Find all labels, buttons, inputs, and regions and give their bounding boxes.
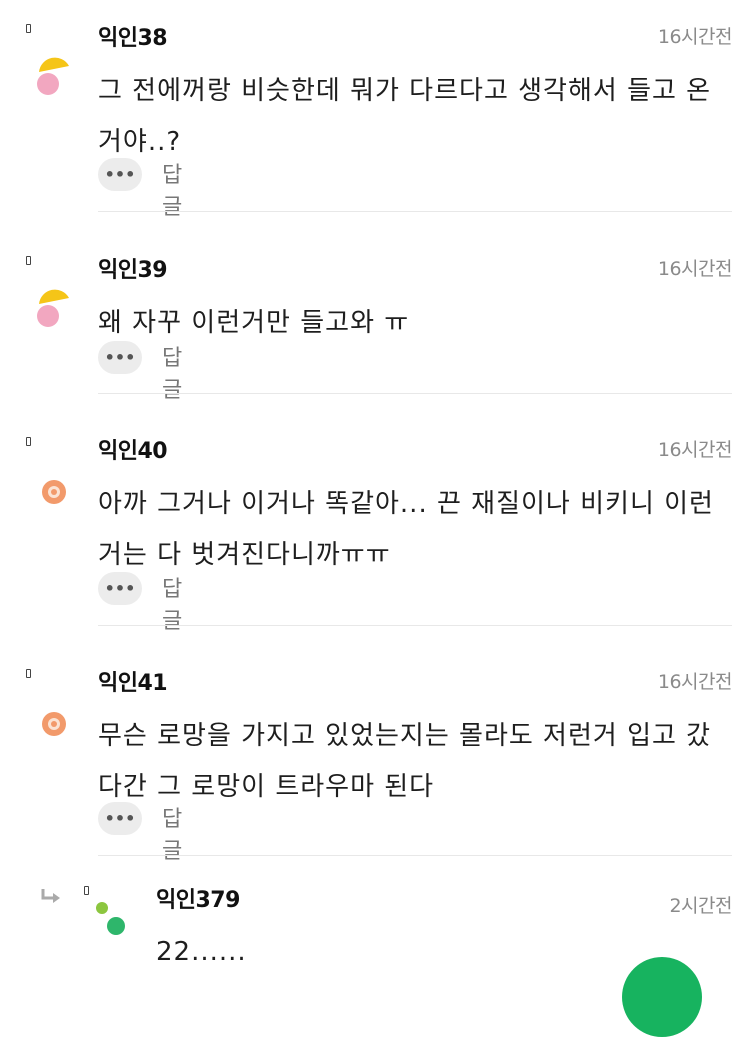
comment-item: 익인38 16시간전 그 전에꺼랑 비슷한데 뭐가 다르다고 생각해서 들고 온… xyxy=(0,20,750,220)
avatar-yellow-pink-icon xyxy=(37,289,69,327)
avatar-green-dots-icon xyxy=(96,902,125,935)
more-options-button[interactable]: ••• xyxy=(98,802,142,835)
comment-text: 왜 자꾸 이런거만 들고와 ㅠ xyxy=(98,308,410,338)
comment-text: 무슨 로망을 가지고 있었는지는 몰라도 저런거 입고 갔다간 그 로망이 트라… xyxy=(98,721,712,802)
comment-time: 16시간전 xyxy=(657,258,733,280)
comment-author: 익인41 xyxy=(98,671,168,696)
comment-text: 그 전에꺼랑 비슷한데 뭐가 다르다고 생각해서 들고 온거야..? xyxy=(98,76,712,157)
comment-text: 아까 그거나 이거나 똑같아... 끈 재질이나 비키니 이런 거는 다 벗겨진… xyxy=(98,489,714,570)
comment-item: 익인40 16시간전 아까 그거나 이거나 똑같아... 끈 재질이나 비키니 … xyxy=(0,433,750,634)
avatar-orange-ring-icon xyxy=(42,712,66,736)
divider xyxy=(98,625,732,626)
reply-button[interactable]: 답글 xyxy=(162,340,182,404)
floating-action-button[interactable] xyxy=(622,957,702,1037)
more-options-button[interactable]: ••• xyxy=(98,158,142,191)
divider xyxy=(98,211,732,212)
divider xyxy=(98,393,732,394)
comment-author: 익인379 xyxy=(156,888,240,913)
comment-menu-icon[interactable] xyxy=(26,256,31,265)
comment-time: 16시간전 xyxy=(657,671,733,693)
divider xyxy=(98,855,732,856)
avatar-yellow-pink-icon xyxy=(37,57,69,95)
comment-menu-icon[interactable] xyxy=(26,24,31,33)
comment-item: 익인39 16시간전 왜 자꾸 이런거만 들고와 ㅠ ••• 답글 xyxy=(0,252,750,403)
comment-author: 익인39 xyxy=(98,258,168,283)
comment-menu-icon[interactable] xyxy=(26,437,31,446)
comment-author: 익인38 xyxy=(98,26,168,51)
comment-time: 2시간전 xyxy=(669,895,732,917)
comment-time: 16시간전 xyxy=(657,26,733,48)
comment-item: 익인41 16시간전 무슨 로망을 가지고 있었는지는 몰라도 저런거 입고 갔… xyxy=(0,665,750,864)
reply-arrow-icon xyxy=(41,889,60,903)
more-options-button[interactable]: ••• xyxy=(98,341,142,374)
comment-menu-icon[interactable] xyxy=(26,669,31,678)
avatar-orange-ring-icon xyxy=(42,480,66,504)
more-options-button[interactable]: ••• xyxy=(98,572,142,605)
comment-menu-icon[interactable] xyxy=(84,886,89,895)
comment-time: 16시간전 xyxy=(657,439,733,461)
comment-author: 익인40 xyxy=(98,439,168,464)
